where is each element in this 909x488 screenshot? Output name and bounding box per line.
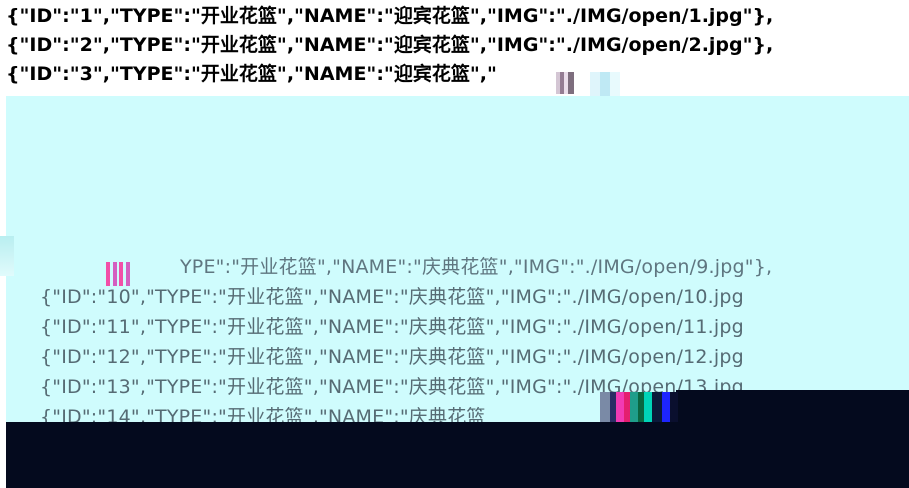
code-line: {"ID":"12","TYPE":"开业花篮","NAME":"庆典花篮","… <box>40 346 744 368</box>
code-line: YPE":"开业花篮","NAME":"庆典花篮","IMG":"./IMG/o… <box>180 256 773 278</box>
code-line: {"ID":"1","TYPE":"开业花篮","NAME":"迎宾花篮","I… <box>6 5 774 27</box>
dark-panel <box>676 390 909 426</box>
dark-panel <box>6 422 909 488</box>
render-artifact <box>556 72 574 94</box>
screenshot-canvas: {"ID":"1","TYPE":"开业花篮","NAME":"迎宾花篮","I… <box>0 0 909 488</box>
code-line: {"ID":"11","TYPE":"开业花篮","NAME":"庆典花篮","… <box>40 316 744 338</box>
render-artifact <box>600 392 678 426</box>
render-artifact <box>0 236 14 276</box>
code-block-top: {"ID":"1","TYPE":"开业花篮","NAME":"迎宾花篮","I… <box>6 2 906 89</box>
code-line: {"ID":"3","TYPE":"开业花篮","NAME":"迎宾花篮"," <box>6 63 497 85</box>
code-line: {"ID":"2","TYPE":"开业花篮","NAME":"迎宾花篮","I… <box>6 34 774 56</box>
code-line: {"ID":"10","TYPE":"开业花篮","NAME":"庆典花篮","… <box>40 286 744 308</box>
render-artifact <box>106 262 132 286</box>
